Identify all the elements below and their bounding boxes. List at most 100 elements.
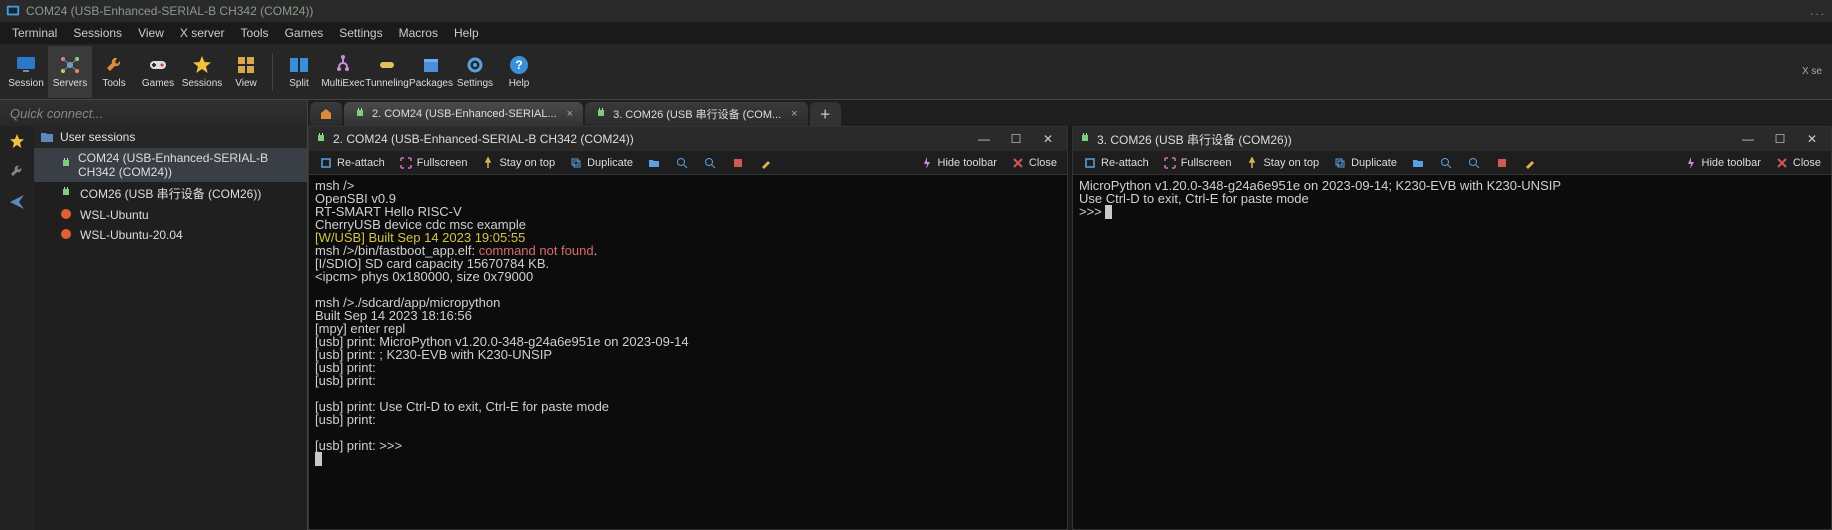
penguin-icon [60,208,74,222]
sidebar-item-wsl-ubuntu[interactable]: WSL-Ubuntu [34,205,307,225]
close-button[interactable]: ✕ [1035,132,1061,146]
open-folder-button[interactable] [641,153,667,173]
menu-help[interactable]: Help [446,26,487,40]
duplicate-label: Duplicate [587,157,633,169]
close-icon[interactable]: × [567,108,573,120]
minimize-button[interactable]: — [1735,132,1761,146]
menu-settings[interactable]: Settings [331,26,390,40]
stayontop-button[interactable]: Stay on top [1239,153,1325,173]
ribbon-session-button[interactable]: Session [4,46,48,98]
fullscreen-icon [399,156,413,170]
menu-games[interactable]: Games [277,26,332,40]
sidebar-item-com24[interactable]: COM24 (USB-Enhanced-SERIAL-B CH342 (COM2… [34,148,307,182]
sidebar-item-label: WSL-Ubuntu [80,208,149,222]
menu-macros[interactable]: Macros [391,26,446,40]
fullscreen-button[interactable]: Fullscreen [1157,153,1238,173]
terminal-title: 2. COM24 (USB-Enhanced-SERIAL-B CH342 (C… [333,132,634,146]
menu-view[interactable]: View [130,26,172,40]
maximize-button[interactable]: ☐ [1767,132,1793,146]
ribbon-session-label: Session [8,78,44,89]
hide-toolbar-button[interactable]: Hide toolbar [914,153,1003,173]
tunnel-icon [376,54,398,76]
menu-terminal[interactable]: Terminal [4,26,65,40]
quick-connect-input[interactable]: Quick connect... [0,100,308,126]
ribbon-multiexec-button[interactable]: MultiExec [321,46,365,98]
ribbon-settings-button[interactable]: Settings [453,46,497,98]
terminal-toolbar: Re-attach Fullscreen Stay on top Duplica… [1073,151,1831,175]
hide-toolbar-button[interactable]: Hide toolbar [1678,153,1767,173]
toolbar-close-button[interactable]: Close [1005,153,1063,173]
open-folder-button[interactable] [1405,153,1431,173]
home-icon [320,108,332,120]
brush-button[interactable] [1517,153,1543,173]
ribbon-toolbar: Session Servers Tools Games Sessions Vie… [0,44,1832,100]
zoom-out-button[interactable] [697,153,723,173]
reattach-button[interactable]: Re-attach [1077,153,1155,173]
close-icon [1775,156,1789,170]
ribbon-split-button[interactable]: Split [277,46,321,98]
maximize-button[interactable]: ☐ [1003,132,1029,146]
ribbon-help-label: Help [509,78,530,89]
menu-xserver[interactable]: X server [172,26,233,40]
close-icon[interactable]: × [791,108,797,120]
quick-connect-placeholder: Quick connect... [10,106,103,121]
tab-new-button[interactable]: ＋ [810,102,841,126]
close-button[interactable]: ✕ [1799,132,1825,146]
zoom-out-icon [1467,156,1481,170]
toolbar-close-button[interactable]: Close [1769,153,1827,173]
ribbon-tunneling-button[interactable]: Tunneling [365,46,409,98]
zoom-in-button[interactable] [669,153,695,173]
terminal-titlebar[interactable]: 3. COM26 (USB 串行设备 (COM26)) — ☐ ✕ [1073,127,1831,151]
terminal-titlebar[interactable]: 2. COM24 (USB-Enhanced-SERIAL-B CH342 (C… [309,127,1067,151]
ribbon-xserver-label[interactable]: X se [1802,66,1828,77]
duplicate-button[interactable]: Duplicate [563,153,639,173]
tab-home[interactable] [310,102,342,126]
ribbon-servers-button[interactable]: Servers [48,46,92,98]
pin-icon [481,156,495,170]
ribbon-sessions-button[interactable]: Sessions [180,46,224,98]
tools-gutter-icon[interactable] [7,162,27,182]
tab-com24[interactable]: 2. COM24 (USB-Enhanced-SERIAL...× [344,102,583,126]
brush-button[interactable] [753,153,779,173]
toolbar-close-label: Close [1029,157,1057,169]
ribbon-packages-button[interactable]: Packages [409,46,453,98]
copy-icon [569,156,583,170]
plug-icon [1079,133,1091,145]
reattach-button[interactable]: Re-attach [313,153,391,173]
send-gutter-icon[interactable] [7,192,27,212]
menu-tools[interactable]: Tools [233,26,277,40]
terminal-output[interactable]: MicroPython v1.20.0-348-g24a6e951e on 20… [1073,175,1831,529]
stayontop-button[interactable]: Stay on top [475,153,561,173]
zoom-in-icon [1439,156,1453,170]
ribbon-help-button[interactable]: ?Help [497,46,541,98]
tab-row: Quick connect... 2. COM24 (USB-Enhanced-… [0,100,1832,126]
split-icon [288,54,310,76]
stayontop-label: Stay on top [499,157,555,169]
zoom-in-button[interactable] [1433,153,1459,173]
stayontop-label: Stay on top [1263,157,1319,169]
sidebar-item-com26[interactable]: COM26 (USB 串行设备 (COM26)) [34,182,307,205]
sidebar-header[interactable]: User sessions [34,126,307,148]
ribbon-split-label: Split [289,78,308,89]
window-menu-dots[interactable]: ... [1810,4,1826,18]
ribbon-games-button[interactable]: Games [136,46,180,98]
ribbon-view-button[interactable]: View [224,46,268,98]
favorite-star-icon[interactable] [7,132,27,152]
brush-icon [759,156,773,170]
zoom-in-icon [675,156,689,170]
tab-com26[interactable]: 3. COM26 (USB 串行设备 (COM...× [585,102,808,126]
terminal-output[interactable]: msh />OpenSBI v0.9RT-SMART Hello RISC-VC… [309,175,1067,529]
wrench-icon [103,54,125,76]
save-button[interactable] [1489,153,1515,173]
fullscreen-button[interactable]: Fullscreen [393,153,474,173]
main-area: User sessions COM24 (USB-Enhanced-SERIAL… [0,126,1832,530]
minimize-button[interactable]: — [971,132,997,146]
menu-sessions[interactable]: Sessions [65,26,130,40]
save-button[interactable] [725,153,751,173]
duplicate-button[interactable]: Duplicate [1327,153,1403,173]
zoom-out-button[interactable] [1461,153,1487,173]
sidebar-item-wsl-ubuntu-2004[interactable]: WSL-Ubuntu-20.04 [34,225,307,245]
ribbon-tools-button[interactable]: Tools [92,46,136,98]
left-gutter [0,126,34,530]
sidebar: User sessions COM24 (USB-Enhanced-SERIAL… [34,126,308,530]
